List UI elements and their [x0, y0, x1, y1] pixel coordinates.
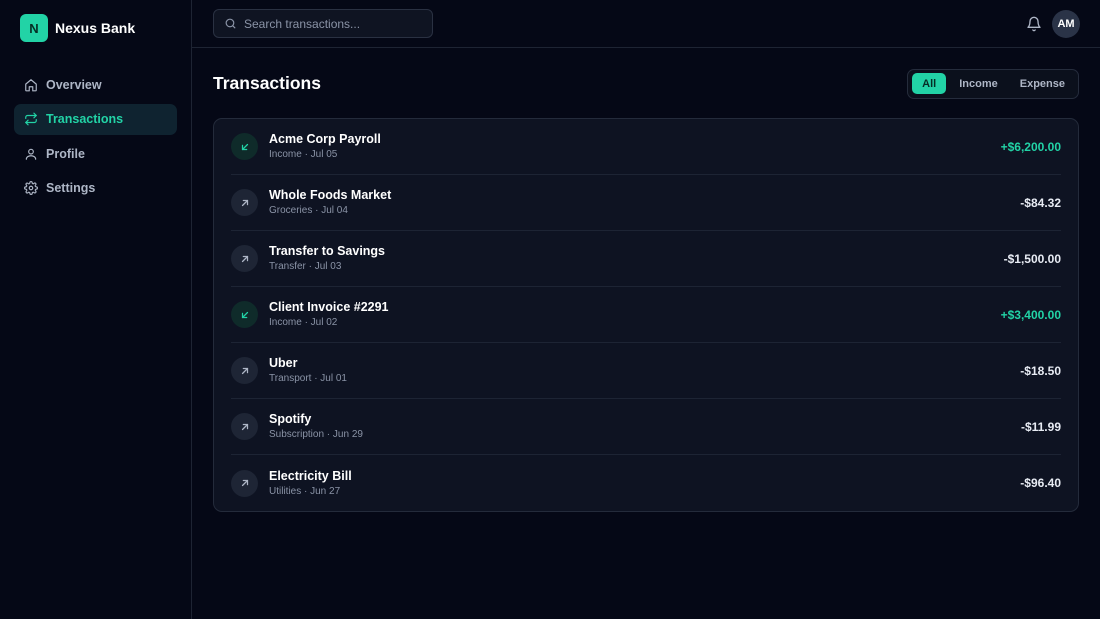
arrow-up-right-icon — [231, 413, 258, 440]
sidebar-item-label: Profile — [46, 146, 85, 161]
search-box[interactable] — [213, 9, 433, 38]
user-icon — [24, 147, 38, 161]
sidebar-item-label: Overview — [46, 77, 102, 92]
arrow-up-right-icon — [231, 245, 258, 272]
sidebar: N Nexus Bank Overview Transactions Profi… — [0, 0, 192, 619]
page-header: Transactions All Income Expense — [213, 68, 1079, 99]
transaction-amount: +$3,400.00 — [1000, 307, 1061, 322]
arrow-up-right-icon — [231, 469, 258, 497]
transaction-meta: Income · Jul 05 — [269, 149, 338, 160]
transaction-row[interactable]: Client Invoice #2291 Income · Jul 02 +$3… — [231, 287, 1061, 343]
transaction-info: Whole Foods Market Groceries · Jul 04 — [269, 188, 1020, 217]
topbar: AM — [192, 0, 1100, 48]
transaction-amount: -$1,500.00 — [1003, 251, 1061, 266]
app-root: N Nexus Bank Overview Transactions Profi… — [0, 0, 1100, 619]
sidebar-item-label: Settings — [46, 181, 96, 195]
transaction-name: Client Invoice #2291 — [269, 300, 389, 314]
gear-icon — [24, 181, 38, 195]
transaction-name: Whole Foods Market — [269, 188, 392, 202]
sidebar-item-overview[interactable]: Overview — [14, 69, 177, 100]
filter-income-button[interactable]: Income — [950, 73, 1007, 94]
transaction-amount: -$84.32 — [1020, 195, 1061, 210]
transaction-row[interactable]: Uber Transport · Jul 01 -$18.50 — [231, 343, 1061, 399]
transaction-row[interactable]: Electricity Bill Utilities · Jun 27 -$96… — [231, 455, 1061, 511]
arrow-down-left-icon — [231, 133, 258, 160]
transaction-row[interactable]: Transfer to Savings Transfer · Jul 03 -$… — [231, 231, 1061, 287]
transaction-row[interactable]: Whole Foods Market Groceries · Jul 04 -$… — [231, 175, 1061, 231]
arrow-down-left-icon — [231, 301, 258, 328]
transfer-arrows-icon — [24, 112, 38, 126]
transaction-info: Spotify Subscription · Jun 29 — [269, 412, 1021, 441]
transactions-list: Acme Corp Payroll Income · Jul 05 +$6,20… — [213, 118, 1079, 512]
transaction-info: Electricity Bill Utilities · Jun 27 — [269, 469, 1020, 498]
filter-all-button[interactable]: All — [912, 73, 947, 94]
sidebar-item-settings[interactable]: Settings — [14, 173, 177, 204]
brand-logo: N — [20, 14, 48, 42]
transaction-amount: -$96.40 — [1020, 476, 1061, 490]
filter-tabs: All Income Expense — [907, 68, 1079, 99]
sidebar-item-transactions[interactable]: Transactions — [14, 103, 177, 135]
page-title: Transactions — [213, 73, 321, 93]
transaction-meta: Income · Jul 02 — [269, 317, 338, 328]
avatar[interactable]: AM — [1052, 9, 1080, 38]
search-input[interactable] — [244, 16, 424, 31]
transaction-meta: Utilities · Jun 27 — [269, 485, 341, 497]
transaction-name: Acme Corp Payroll — [269, 132, 381, 146]
brand-name: Nexus Bank — [55, 20, 136, 36]
sidebar-nav: Overview Transactions Profile Settings — [14, 69, 177, 204]
transaction-row[interactable]: Acme Corp Payroll Income · Jul 05 +$6,20… — [231, 119, 1061, 175]
filter-expense-button[interactable]: Expense — [1011, 73, 1074, 94]
bell-icon[interactable] — [1026, 16, 1042, 32]
transaction-amount: -$18.50 — [1020, 363, 1061, 378]
transaction-meta: Subscription · Jun 29 — [269, 429, 363, 440]
main-area: AM Transactions All Income Expense — [192, 0, 1100, 619]
transaction-row[interactable]: Spotify Subscription · Jun 29 -$11.99 — [231, 399, 1061, 455]
search-icon — [224, 17, 237, 30]
home-icon — [24, 78, 38, 92]
arrow-up-right-icon — [231, 189, 258, 216]
transaction-info: Acme Corp Payroll Income · Jul 05 — [269, 132, 1001, 161]
topbar-actions: AM — [1026, 9, 1080, 38]
transaction-name: Uber — [269, 356, 298, 370]
brand[interactable]: N Nexus Bank — [20, 13, 177, 43]
transaction-name: Electricity Bill — [269, 468, 352, 483]
transaction-info: Uber Transport · Jul 01 — [269, 356, 1020, 385]
transaction-info: Transfer to Savings Transfer · Jul 03 — [269, 244, 1004, 273]
content: Transactions All Income Expense Acme Cor… — [192, 48, 1100, 512]
transaction-info: Client Invoice #2291 Income · Jul 02 — [269, 300, 1001, 329]
arrow-up-right-icon — [231, 357, 258, 384]
sidebar-item-label: Transactions — [46, 112, 124, 126]
transaction-name: Transfer to Savings — [269, 244, 386, 258]
transaction-meta: Transport · Jul 01 — [269, 373, 347, 384]
transaction-amount: -$11.99 — [1020, 419, 1061, 434]
transaction-name: Spotify — [269, 412, 312, 426]
transaction-meta: Groceries · Jul 04 — [269, 205, 348, 216]
sidebar-item-profile[interactable]: Profile — [14, 138, 177, 169]
transaction-meta: Transfer · Jul 03 — [269, 261, 342, 272]
transaction-amount: +$6,200.00 — [1000, 139, 1061, 154]
